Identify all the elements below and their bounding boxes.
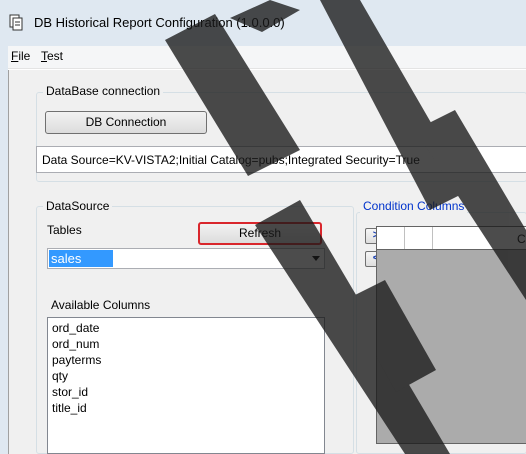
available-columns-listbox[interactable]: ord_date ord_num payterms qty stor_id ti…	[47, 317, 325, 454]
list-item[interactable]: stor_id	[52, 384, 320, 400]
available-columns-label: Available Columns	[51, 298, 151, 312]
grid-row-header	[404, 227, 433, 249]
condition-columns-grid[interactable]	[376, 226, 526, 444]
db-connection-legend: DataBase connection	[43, 84, 164, 98]
menu-test-rest: est	[47, 49, 64, 63]
app-icon	[9, 14, 23, 31]
list-item[interactable]: qty	[52, 368, 320, 384]
menu-bar: File Test	[0, 46, 526, 69]
tables-label: Tables	[47, 223, 82, 237]
title-bar[interactable]: DB Historical Report Configuration (1.0.…	[0, 0, 526, 46]
db-connection-button[interactable]: DB Connection	[45, 111, 207, 134]
tables-combobox[interactable]: sales	[47, 248, 325, 269]
list-item[interactable]: ord_date	[52, 320, 320, 336]
client-area: DataBase connection DB Connection Data S…	[8, 70, 526, 454]
list-item[interactable]: ord_num	[52, 336, 320, 352]
menu-test[interactable]: Test	[39, 49, 65, 63]
grid-corner-cell	[377, 227, 405, 249]
datasource-legend: DataSource	[43, 199, 113, 213]
grid-column-header[interactable]: Co	[517, 232, 526, 246]
refresh-button[interactable]: Refresh	[198, 222, 322, 245]
selected-table: sales	[49, 250, 113, 267]
menu-file-rest: ile	[18, 49, 31, 63]
connection-string-field[interactable]: Data Source=KV-VISTA2;Initial Catalog=pu…	[36, 146, 526, 173]
window-frame-left	[0, 46, 8, 454]
grid-header	[377, 227, 526, 250]
menu-file[interactable]: File	[9, 49, 32, 63]
condition-columns-legend: Condition Columns	[360, 199, 468, 213]
window-title: DB Historical Report Configuration (1.0.…	[34, 15, 285, 30]
list-item[interactable]: title_id	[52, 400, 320, 416]
dropdown-arrow-icon[interactable]	[312, 256, 320, 261]
list-item[interactable]: payterms	[52, 352, 320, 368]
